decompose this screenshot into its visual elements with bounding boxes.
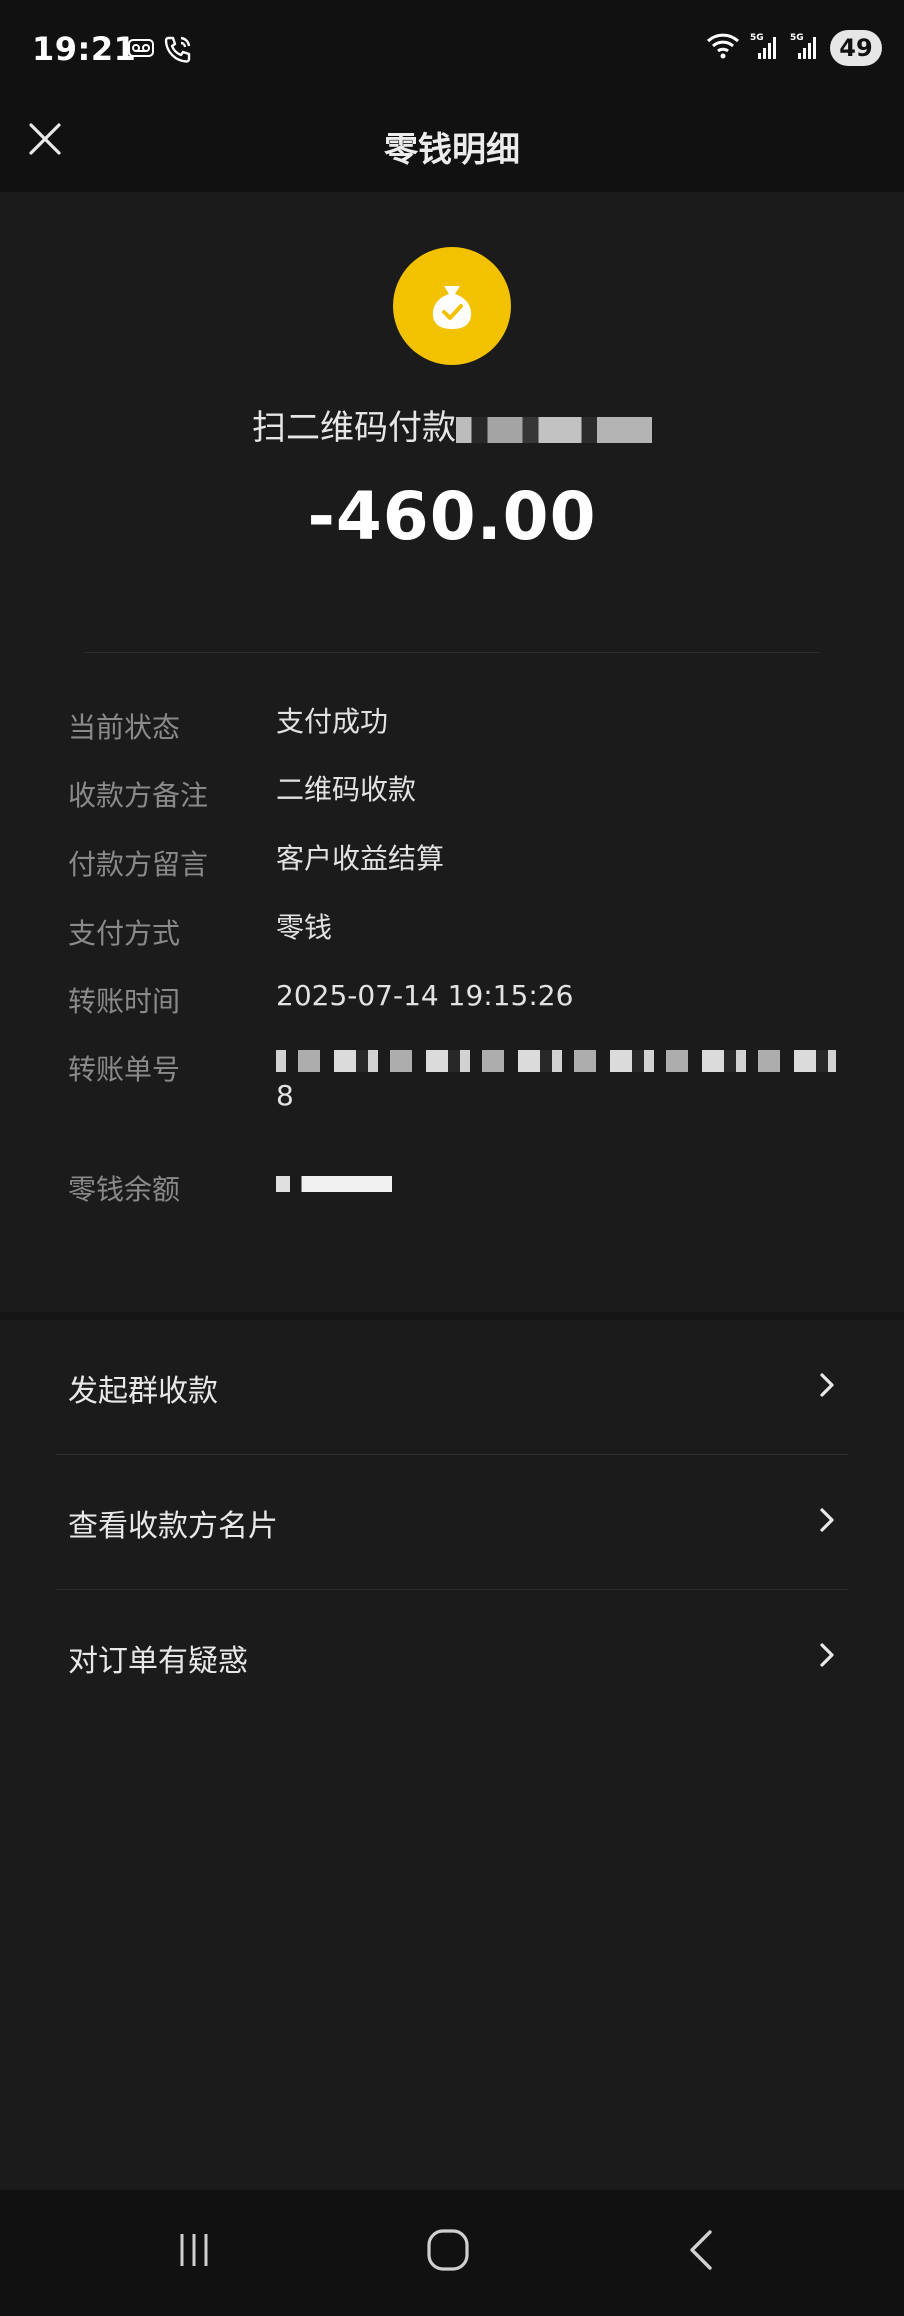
transfer-number-tail: 8 [276, 1079, 294, 1112]
merchant-line: 扫二维码付款 [0, 400, 904, 449]
back-icon [682, 2226, 722, 2278]
detail-value: 客户收益结算 [276, 842, 445, 875]
battery-indicator: 49 [830, 30, 882, 66]
recent-apps-icon [172, 2228, 216, 2276]
transaction-amount: -460.00 [307, 478, 597, 555]
chevron-right-icon [812, 1370, 842, 1400]
detail-label: 转账时间 [68, 985, 181, 1018]
detail-label: 付款方留言 [68, 848, 209, 881]
detail-value: 二维码收款 [276, 773, 417, 806]
action-label: 查看收款方名片 [68, 1509, 278, 1544]
wifi-call-icon [162, 34, 194, 70]
voicemail-icon [128, 38, 154, 62]
page: 19:21 5G 5G 49 零钱明细 扫二维码付款 -460.00 当前状态 … [0, 0, 904, 2316]
action-view-payee-card[interactable]: 查看收款方名片 [56, 1455, 848, 1589]
status-time: 19:21 [32, 30, 137, 68]
wifi-icon [706, 31, 740, 65]
detail-label: 当前状态 [68, 711, 181, 744]
chevron-right-icon [812, 1640, 842, 1670]
detail-label: 转账单号 [68, 1053, 181, 1086]
page-title: 零钱明细 [384, 130, 520, 170]
action-label: 对订单有疑惑 [68, 1644, 248, 1679]
status-indicators: 5G 5G 49 [706, 30, 882, 66]
action-label: 发起群收款 [68, 1374, 218, 1409]
svg-text:5G: 5G [790, 33, 804, 43]
merchant-prefix: 扫二维码付款 [252, 408, 456, 448]
detail-value: 支付成功 [276, 705, 389, 738]
detail-value: 2025-07-14 19:15:26 [276, 979, 574, 1012]
redacted-transfer-number [276, 1050, 836, 1072]
signal-5g-icon: 5G [750, 31, 780, 65]
detail-value-transfer-number: 8 [276, 1042, 896, 1120]
action-order-question[interactable]: 对订单有疑惑 [56, 1590, 848, 1724]
detail-label: 支付方式 [68, 917, 181, 950]
signal-5g-icon: 5G [790, 31, 820, 65]
detail-label: 收款方备注 [68, 779, 209, 812]
divider [84, 652, 820, 653]
action-group-collection[interactable]: 发起群收款 [56, 1320, 848, 1454]
back-button[interactable] [672, 2222, 732, 2282]
empty-area [0, 1712, 904, 2190]
detail-value: 零钱 [276, 911, 333, 944]
redacted-merchant-name [456, 416, 652, 443]
chevron-right-icon [812, 1505, 842, 1535]
navigation-bar [0, 2190, 904, 2316]
money-bag-check-icon [393, 247, 511, 365]
redacted-balance [276, 1176, 392, 1192]
transaction-panel: 扫二维码付款 -460.00 当前状态 支付成功 收款方备注 二维码收款 付款方… [0, 192, 904, 1312]
detail-value-balance [276, 1158, 896, 1192]
recent-apps-button[interactable] [164, 2222, 224, 2282]
detail-label: 零钱余额 [68, 1173, 181, 1206]
action-list: 发起群收款 查看收款方名片 对订单有疑惑 [0, 1312, 904, 1720]
home-button[interactable] [418, 2222, 478, 2282]
header: 零钱明细 [0, 110, 904, 192]
status-bar: 19:21 5G 5G 49 [0, 0, 904, 110]
svg-text:5G: 5G [750, 33, 764, 43]
home-icon [424, 2226, 472, 2278]
